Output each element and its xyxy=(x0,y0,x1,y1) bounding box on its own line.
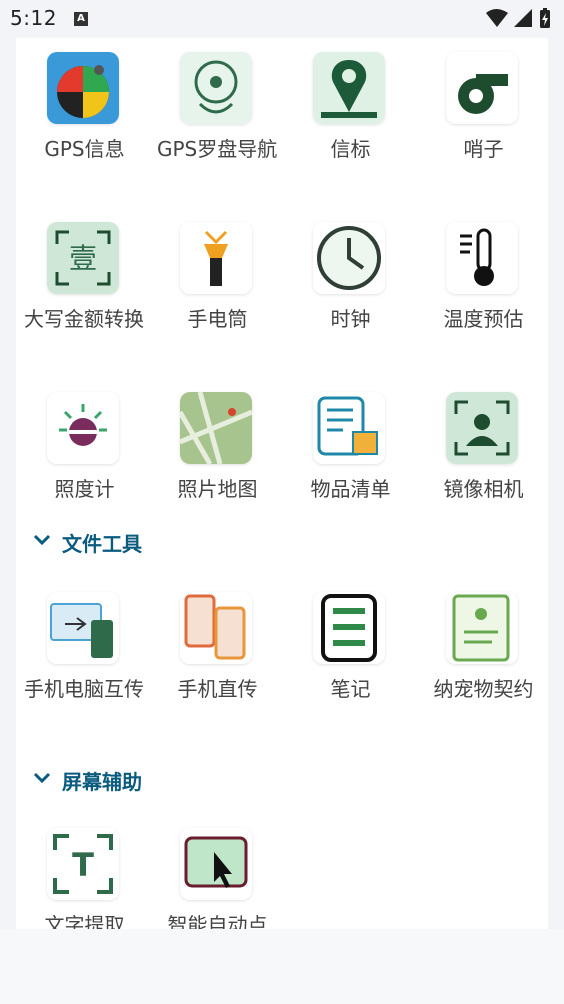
tool-label: 手电筒 xyxy=(187,307,248,331)
tool-label: 大写金额转换 xyxy=(24,307,144,331)
tool-pet-contract[interactable]: 纳宠物契约 xyxy=(415,578,548,748)
flashlight-icon xyxy=(180,222,252,294)
tool-label: 物品清单 xyxy=(310,477,391,501)
tool-label: 纳宠物契约 xyxy=(433,677,534,701)
tool-label: 哨子 xyxy=(463,137,504,161)
auto-click-icon xyxy=(180,828,252,900)
status-bar: 5:12 A xyxy=(0,0,564,38)
tool-label: 镜像相机 xyxy=(443,477,524,501)
status-icons xyxy=(486,8,550,28)
wifi-icon xyxy=(486,9,508,27)
item-list-icon xyxy=(313,392,385,464)
section-title: 文件工具 xyxy=(62,532,142,556)
a-letter-icon: A xyxy=(74,12,88,26)
battery-charging-icon xyxy=(540,8,550,28)
tool-label: 照片地图 xyxy=(177,477,258,501)
tool-label: 手机直传 xyxy=(177,677,258,701)
tool-gps-info[interactable]: GPS信息 xyxy=(16,38,149,208)
tool-item-list[interactable]: 物品清单 xyxy=(282,378,415,548)
chevron-down-icon xyxy=(33,772,51,784)
tool-whistle[interactable]: 哨子 xyxy=(415,38,548,208)
text-extract-icon: T xyxy=(47,828,119,900)
chevron-down-icon xyxy=(33,534,51,546)
tool-label: 温度预估 xyxy=(443,307,524,331)
light-meter-icon xyxy=(47,392,119,464)
bottom-navigation-area xyxy=(0,929,564,1004)
clock-icon xyxy=(313,222,385,294)
phone-pc-transfer-icon xyxy=(47,592,119,664)
tool-temperature[interactable]: 温度预估 xyxy=(415,208,548,378)
tool-label: 时钟 xyxy=(330,307,371,331)
tool-label: GPS信息 xyxy=(44,137,125,161)
mirror-camera-icon xyxy=(446,392,518,464)
tool-label: 照度计 xyxy=(54,477,115,501)
whistle-icon xyxy=(446,52,518,124)
beacon-icon xyxy=(313,52,385,124)
tool-beacon[interactable]: 信标 xyxy=(282,38,415,208)
tool-clock[interactable]: 时钟 xyxy=(282,208,415,378)
tool-auto-click[interactable]: 智能自动点 xyxy=(149,814,282,929)
tool-text-extract[interactable]: T 文字提取 xyxy=(16,814,149,929)
tool-phone-pc-transfer[interactable]: 手机电脑互传 xyxy=(16,578,149,748)
status-time: 5:12 xyxy=(10,6,57,30)
tool-photo-map[interactable]: 照片地图 xyxy=(149,378,282,548)
tool-label: 信标 xyxy=(330,137,371,161)
signal-icon xyxy=(514,9,532,27)
pet-contract-icon xyxy=(446,592,518,664)
tool-label: 笔记 xyxy=(330,677,371,701)
compass-navigation-icon xyxy=(180,52,252,124)
tool-label: GPS罗盘导航 xyxy=(157,137,278,161)
section-title: 屏幕辅助 xyxy=(62,770,142,794)
tool-gps-compass[interactable]: GPS罗盘导航 xyxy=(149,38,282,208)
svg-text:T: T xyxy=(72,846,94,884)
tools-card: GPS信息 GPS罗盘导航 信标 哨子 壹 大写金额转换 手电筒 时钟 温度预估… xyxy=(16,38,548,929)
tool-label: 智能自动点 xyxy=(167,913,268,929)
capital-amount-icon: 壹 xyxy=(47,222,119,294)
tool-flashlight[interactable]: 手电筒 xyxy=(149,208,282,378)
tool-capital-amount[interactable]: 壹 大写金额转换 xyxy=(16,208,149,378)
tool-label: 文字提取 xyxy=(44,913,125,929)
tool-notes[interactable]: 笔记 xyxy=(282,578,415,748)
thermometer-icon xyxy=(446,222,518,294)
gps-info-icon xyxy=(47,52,119,124)
notes-icon xyxy=(313,592,385,664)
tool-mirror-camera[interactable]: 镜像相机 xyxy=(415,378,548,548)
tool-phone-direct-transfer[interactable]: 手机直传 xyxy=(149,578,282,748)
tool-light-meter[interactable]: 照度计 xyxy=(16,378,149,548)
tool-label: 手机电脑互传 xyxy=(24,677,144,701)
phone-direct-transfer-icon xyxy=(180,592,252,664)
photo-map-icon xyxy=(180,392,252,464)
svg-text:壹: 壹 xyxy=(69,242,97,275)
